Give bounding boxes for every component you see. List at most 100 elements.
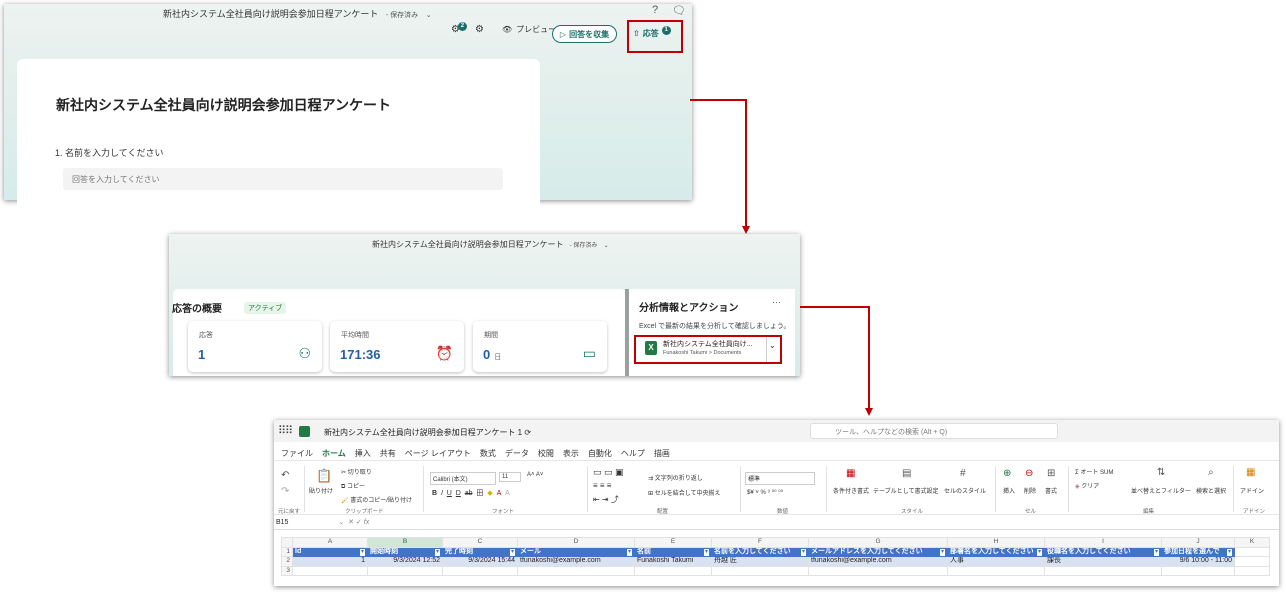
column-header[interactable]: J <box>1161 537 1235 548</box>
help-icon[interactable]: ? <box>652 4 658 16</box>
grid-cell[interactable]: 人事 <box>947 556 1045 567</box>
font-grow-icon[interactable]: A˄ A˅ <box>527 472 543 478</box>
responses-tab-button[interactable]: ⇧ 応答 1 <box>633 26 671 39</box>
grid-cell[interactable] <box>367 565 443 576</box>
autosum-button[interactable]: Σ オート SUM <box>1075 467 1113 476</box>
grid-cell[interactable] <box>711 565 809 576</box>
insert-cells-button[interactable]: 挿入 <box>1003 486 1015 495</box>
grid-cell[interactable]: 課長 <box>1044 556 1162 567</box>
search-input[interactable]: ツール、ヘルプなどの検索 (Alt + Q) <box>810 423 1058 439</box>
grid-cell[interactable] <box>1234 565 1270 576</box>
table-header-cell[interactable]: メールアドレスを入力してください <box>808 546 948 557</box>
table-header-cell[interactable]: 部署名を入力してください <box>947 546 1045 557</box>
select-all-corner[interactable] <box>281 537 293 548</box>
grid-cell[interactable] <box>947 565 1045 576</box>
excel-file-title[interactable]: 新社内システム全社員向け説明会参加日程アンケート 1 ⟳ <box>324 427 531 438</box>
vertical-align-icons[interactable]: ▭ ▭ ▣ <box>593 467 624 478</box>
paste-button[interactable]: 貼り付け <box>309 486 333 495</box>
horizontal-align-icons[interactable]: ≡ ≡ ≡ <box>593 481 611 490</box>
column-header[interactable]: F <box>711 537 809 548</box>
grid-cell[interactable]: Funakoshi Takumi <box>634 556 712 567</box>
column-header[interactable]: B <box>367 537 443 548</box>
grid-cell[interactable] <box>1234 546 1270 557</box>
column-header[interactable]: A <box>292 537 368 548</box>
grid-cell[interactable]: 1 <box>292 556 368 567</box>
number-format-icons[interactable]: $¥ ˅ % ⁹ ⁰⁰ ⁰⁰ <box>747 489 783 496</box>
grid-cell[interactable]: 舟越 匠 <box>711 556 809 567</box>
grid-cell[interactable] <box>292 565 368 576</box>
grid-cell[interactable] <box>1161 565 1235 576</box>
conditional-format-button[interactable]: 条件付き書式 <box>833 486 869 495</box>
redo-icon[interactable]: ↷ <box>281 486 289 497</box>
editing-group-label: 編集 <box>1143 509 1155 515</box>
grid-cell[interactable] <box>517 565 635 576</box>
grid-cell[interactable] <box>442 565 518 576</box>
wrap-text-button[interactable]: ⇉ 文字列の折り返し <box>648 473 703 482</box>
app-launcher-icon[interactable]: ⠿⠿ <box>278 424 293 437</box>
preview-button[interactable]: 👁 プレビュー <box>502 24 556 35</box>
copilot-button[interactable]: ⚙ 2 <box>451 22 467 35</box>
font-size-select[interactable]: 11 <box>499 472 521 482</box>
chevron-down-icon[interactable]: ⌄ <box>426 12 432 19</box>
indent-icons[interactable]: ⇤ ⇥ ⤴ <box>593 494 619 505</box>
row-number[interactable]: 2 <box>281 556 293 567</box>
answer-input[interactable]: 回答を入力してください <box>63 168 503 190</box>
format-painter-button[interactable]: 🖌 書式のコピー/貼り付け <box>341 495 412 504</box>
column-header[interactable]: G <box>808 537 948 548</box>
grid-cell[interactable]: 9/3/2024 12:52 <box>367 556 443 567</box>
column-header[interactable]: D <box>517 537 635 548</box>
grid-cell[interactable]: 9/6 10:00 - 11:00 <box>1161 556 1235 567</box>
grid-cell[interactable] <box>808 565 948 576</box>
spreadsheet-grid[interactable]: A B C D E F G H I J K 1 Id 開始時刻 完了時刻 メール… <box>281 537 1270 576</box>
forms-title-bar[interactable]: 新社内システム全社員向け説明会参加日程アンケート - 保存済み ⌄ <box>163 7 432 20</box>
row-number[interactable]: 1 <box>281 546 293 557</box>
grid-cell[interactable]: tfunakoshi@example.com <box>517 556 635 567</box>
copy-button[interactable]: ⧉ コピー <box>341 481 365 491</box>
feedback-icon[interactable]: 🗨 <box>672 4 686 17</box>
column-header[interactable]: K <box>1234 537 1270 548</box>
responses-title-bar[interactable]: 新社内システム全社員向け説明会参加日程アンケート - 保存済み ⌄ <box>372 239 609 250</box>
chevron-down-icon[interactable]: ⌄ <box>769 341 776 350</box>
table-header-cell[interactable]: 参加日程を選んで <box>1161 546 1235 557</box>
row-number[interactable]: 3 <box>281 565 293 576</box>
column-header[interactable]: C <box>442 537 518 548</box>
grid-cell[interactable] <box>634 565 712 576</box>
grid-cell[interactable] <box>1234 556 1270 567</box>
undo-icon[interactable]: ↶ <box>281 470 289 481</box>
grid-cell[interactable]: 9/3/2024 15:44 <box>442 556 518 567</box>
number-format-select[interactable]: 標準 <box>745 472 815 485</box>
format-cells-button[interactable]: 書式 <box>1045 486 1057 495</box>
delete-cells-button[interactable]: 削除 <box>1024 486 1036 495</box>
merge-center-button[interactable]: ⊞ セルを結合して中央揃え <box>648 488 721 497</box>
cut-button[interactable]: ✂ 切り取り <box>341 467 372 476</box>
paste-icon[interactable]: 📋 <box>316 468 332 484</box>
more-options-icon[interactable]: ··· <box>772 297 781 307</box>
grid-cell[interactable] <box>1044 565 1162 576</box>
formula-icons[interactable]: ⌄ ✕ ✓ fx <box>338 519 369 526</box>
column-header[interactable]: I <box>1044 537 1162 548</box>
table-header-cell[interactable]: 名前を入力してください <box>711 546 809 557</box>
table-header-cell[interactable]: 役職名を入力してください <box>1044 546 1162 557</box>
column-header[interactable]: H <box>947 537 1045 548</box>
table-header-cell[interactable]: 名前 <box>634 546 712 557</box>
table-header-cell[interactable]: メール <box>517 546 635 557</box>
table-header-cell[interactable]: 開始時刻 <box>367 546 443 557</box>
excel-file-name[interactable]: 新社内システム全社員向け... <box>663 339 753 349</box>
collect-responses-button[interactable]: ▷ 回答を収集 <box>552 25 617 43</box>
form-title[interactable]: 新社内システム全社員向け説明会参加日程アンケート <box>56 95 391 115</box>
sort-filter-button[interactable]: 並べ替えとフィルター <box>1131 486 1191 495</box>
font-format-icons[interactable]: B I U D ab 田 ◆ A A <box>432 488 510 498</box>
column-header[interactable]: E <box>634 537 712 548</box>
grid-cell[interactable]: tfunakoshi@example.com <box>808 556 948 567</box>
addins-button[interactable]: アドイン <box>1240 486 1264 495</box>
name-box[interactable]: B15 ⌄ ✕ ✓ fx <box>276 518 369 526</box>
clear-button[interactable]: ◈ クリア <box>1075 481 1099 490</box>
cell-styles-button[interactable]: セルのスタイル <box>944 486 986 495</box>
table-header-cell[interactable]: 完了時刻 <box>442 546 518 557</box>
chevron-down-icon[interactable]: ⌄ <box>604 243 609 249</box>
settings-button[interactable]: ⚙ <box>475 24 484 35</box>
table-header-cell[interactable]: Id <box>292 546 368 557</box>
format-as-table-button[interactable]: テーブルとして書式設定 <box>873 486 938 495</box>
font-name-select[interactable]: Calibri (本文) <box>430 472 496 485</box>
find-select-button[interactable]: 検索と選択 <box>1196 486 1226 495</box>
